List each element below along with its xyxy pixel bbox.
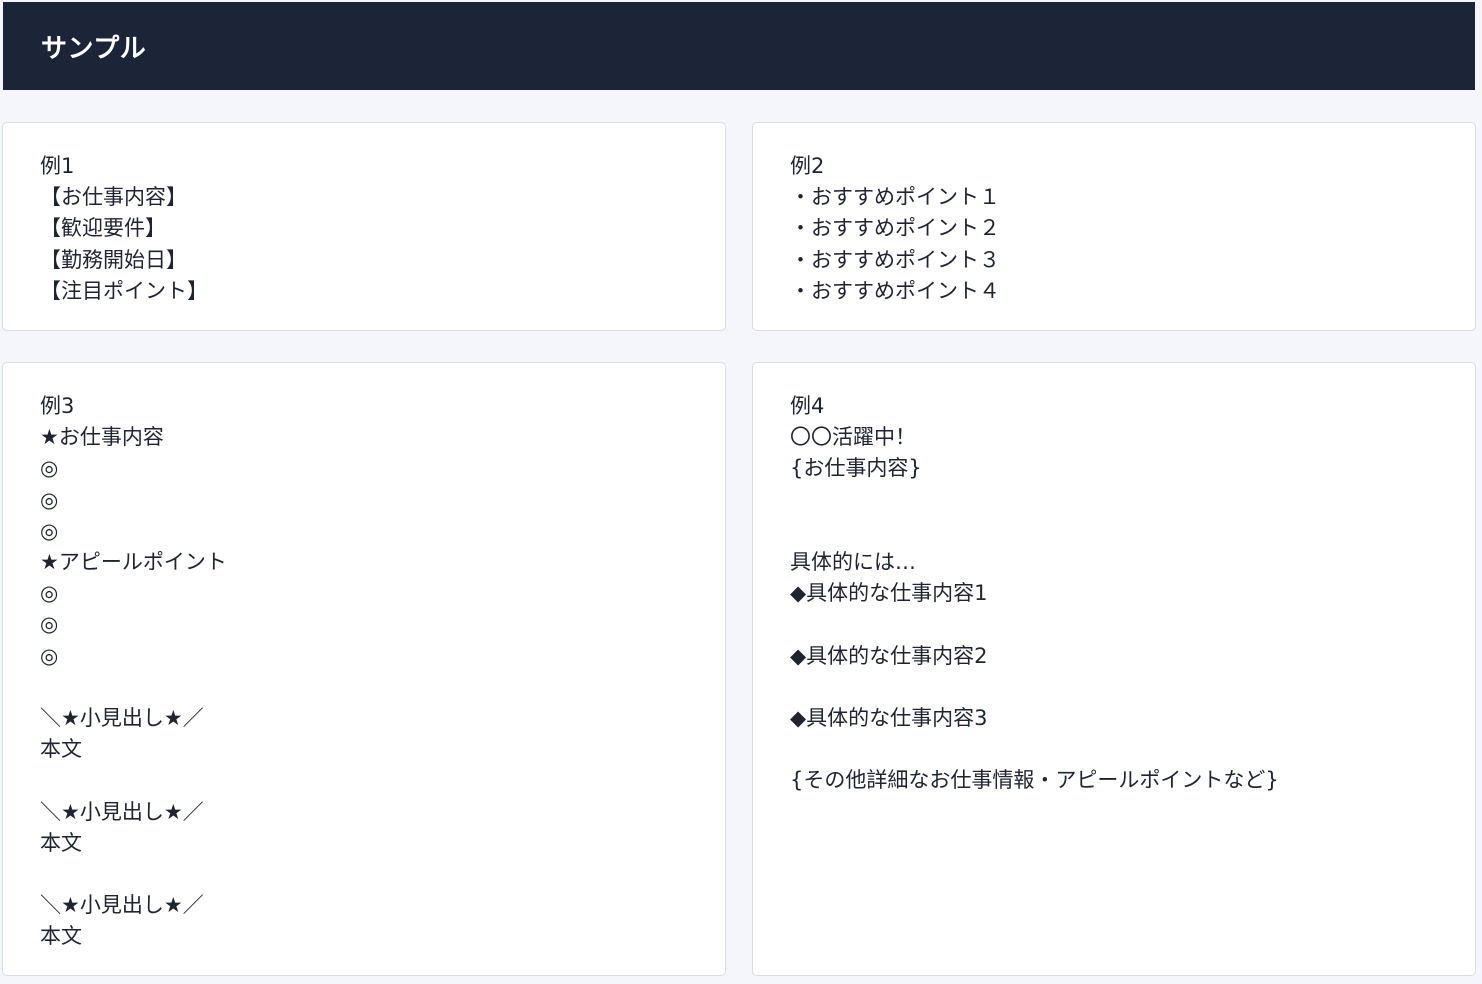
sample-card-3-text: 例3 ★お仕事内容 ◎ ◎ ◎ ★アピールポイント ◎ ◎ ◎ ＼★小見出し★／… — [40, 394, 227, 949]
sample-card-3: 例3 ★お仕事内容 ◎ ◎ ◎ ★アピールポイント ◎ ◎ ◎ ＼★小見出し★／… — [2, 362, 726, 976]
sample-card-1-text: 例1 【お仕事内容】 【歓迎要件】 【勤務開始日】 【注目ポイント】 — [40, 154, 208, 303]
sample-card-4-text: 例4 〇〇活躍中！ {お仕事内容} 具体的には… ◆具体的な仕事内容1 ◆具体的… — [790, 394, 1279, 793]
sample-card-1: 例1 【お仕事内容】 【歓迎要件】 【勤務開始日】 【注目ポイント】 — [2, 122, 726, 331]
page-header: サンプル — [3, 2, 1475, 90]
sample-card-2: 例2 ・おすすめポイント１ ・おすすめポイント２ ・おすすめポイント３ ・おすす… — [752, 122, 1476, 331]
page-title: サンプル — [41, 33, 147, 64]
sample-card-2-text: 例2 ・おすすめポイント１ ・おすすめポイント２ ・おすすめポイント３ ・おすす… — [790, 154, 1000, 303]
sample-card-4: 例4 〇〇活躍中！ {お仕事内容} 具体的には… ◆具体的な仕事内容1 ◆具体的… — [752, 362, 1476, 976]
